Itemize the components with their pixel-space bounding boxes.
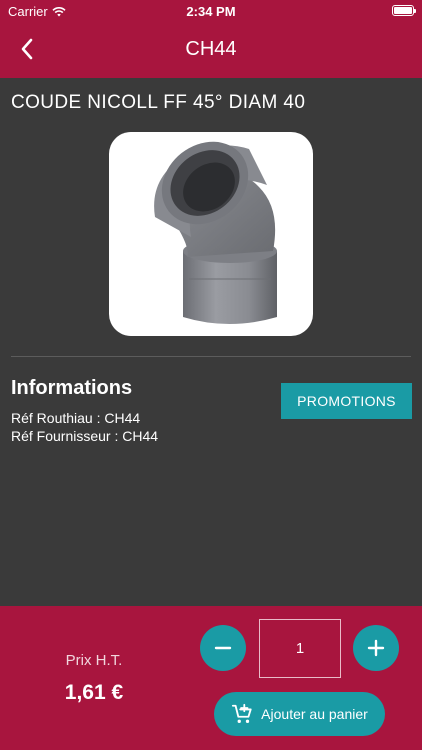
add-to-cart-icon bbox=[232, 703, 252, 723]
purchase-footer: Prix H.T. 1,61 € 1 Ajouter au panier bbox=[0, 606, 422, 750]
ref-fournisseur: Réf Fournisseur : CH44 bbox=[11, 428, 159, 444]
minus-icon bbox=[214, 646, 232, 650]
divider bbox=[11, 356, 411, 357]
promotions-button[interactable]: PROMOTIONS bbox=[281, 383, 412, 419]
price-value: 1,61 € bbox=[64, 681, 124, 704]
ref-routhiau: Réf Routhiau : CH44 bbox=[11, 410, 141, 426]
decrease-quantity-button[interactable] bbox=[200, 625, 246, 671]
price-label: Prix H.T. bbox=[65, 652, 123, 669]
add-to-cart-label: Ajouter au panier bbox=[261, 706, 368, 722]
page-title: CH44 bbox=[185, 38, 237, 60]
battery-icon bbox=[392, 5, 416, 16]
increase-quantity-button[interactable] bbox=[353, 625, 399, 671]
product-detail: COUDE NICOLL FF 45° DIAM 40 Informations… bbox=[0, 78, 422, 606]
product-name: COUDE NICOLL FF 45° DIAM 40 bbox=[11, 92, 306, 113]
plus-icon bbox=[367, 639, 385, 657]
status-time: 2:34 PM bbox=[186, 4, 236, 19]
status-bar: Carrier 2:34 PM bbox=[0, 0, 422, 22]
add-to-cart-button[interactable]: Ajouter au panier bbox=[214, 692, 385, 736]
quantity-field[interactable]: 1 bbox=[259, 619, 341, 678]
navigation-bar: CH44 bbox=[0, 22, 422, 78]
product-image bbox=[109, 132, 313, 336]
informations-heading: Informations bbox=[11, 377, 133, 399]
pvc-elbow-image bbox=[154, 141, 277, 324]
